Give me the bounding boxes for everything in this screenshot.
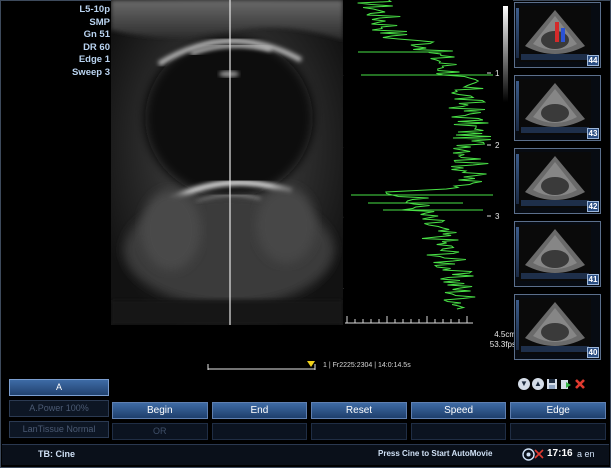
a-mode-trace[interactable]: 1234123 [343, 0, 513, 330]
scroll-up-icon[interactable]: ▲ [532, 378, 544, 390]
param-edge: Edge 1 [78, 54, 110, 66]
secondary-key-5[interactable] [510, 423, 606, 440]
secondary-key-2[interactable] [211, 423, 308, 440]
function-key-row: Begin End Reset Speed Edge [112, 402, 606, 419]
thumbnail-42[interactable]: 42 [514, 148, 601, 214]
reset-button[interactable]: Reset [311, 402, 407, 419]
depth-readout: 4.5cm [494, 330, 516, 339]
thumbnail-number: 41 [587, 274, 599, 285]
thumbnail-strip: 44 43 42 41 40 [514, 2, 608, 372]
usb-icon [534, 446, 544, 459]
thumbnail-image [519, 6, 591, 62]
begin-button[interactable]: Begin [112, 402, 208, 419]
thumbnail-number: 44 [587, 55, 599, 66]
status-bar: TB: Cine Press Cine to Start AutoMovie 1… [2, 444, 609, 465]
param-preset: SMP [89, 16, 110, 28]
secondary-key-row: OR [112, 423, 606, 440]
scroll-down-icon[interactable]: ▼ [518, 378, 530, 390]
cine-position-marker[interactable] [307, 361, 315, 367]
gray-scale-bar [503, 6, 508, 102]
trace-plot: 1234123 [343, 0, 513, 330]
b-mode-scan [111, 0, 343, 325]
end-button[interactable]: End [211, 402, 308, 419]
thumbnail-41[interactable]: 41 [514, 221, 601, 287]
export-icon[interactable] [560, 378, 572, 390]
speed-button[interactable]: Speed [410, 402, 507, 419]
thumbnail-44[interactable]: 44 [514, 2, 601, 68]
delete-icon[interactable] [574, 378, 586, 390]
right-depth-tick-label: 2 [495, 141, 500, 150]
cine-timeline[interactable] [207, 358, 317, 370]
trackball-mode-label: TB: Cine [38, 449, 75, 459]
a-mode-button[interactable]: A [9, 379, 109, 396]
frame-rate-readout: 53.3fps [489, 340, 516, 349]
thumbnail-number: 40 [587, 347, 599, 358]
param-gain: Gn 51 [83, 29, 110, 41]
lan-tissue-button[interactable]: LanTissue Normal [9, 421, 109, 438]
thumbnail-controls: ▼ ▲ [518, 376, 608, 392]
cine-hint-text: Press Cine to Start AutoMovie [378, 449, 493, 458]
mode-soft-keys: A A.Power 100% LanTissue Normal [9, 379, 109, 442]
thumbnail-image [519, 225, 591, 281]
secondary-key-4[interactable] [410, 423, 507, 440]
scale-readout: 4.5cm 53.3fps [474, 330, 516, 350]
save-icon[interactable] [546, 378, 558, 390]
cine-frame-info: 1 | Fr2225:2304 | 14:0:14.5s [323, 362, 411, 369]
language-indicator: a en [577, 449, 595, 459]
thumbnail-number: 42 [587, 201, 599, 212]
edge-button[interactable]: Edge [510, 402, 606, 419]
clock: 17:16 [547, 448, 573, 459]
imaging-parameters: L5-10p SMP Gn 51 DR 60 Edge 1 Sweep 3 [64, 4, 110, 80]
secondary-key-3[interactable] [311, 423, 407, 440]
thumbnail-image [519, 152, 591, 208]
thumbnail-number: 43 [587, 128, 599, 139]
b-mode-image[interactable] [111, 0, 343, 325]
acoustic-power-button[interactable]: A.Power 100% [9, 400, 109, 417]
thumbnail-40[interactable]: 40 [514, 294, 601, 360]
param-probe: L5-10p [79, 4, 110, 15]
right-depth-tick-label: 3 [495, 212, 500, 221]
thumbnail-image [519, 298, 591, 354]
right-depth-tick-label: 1 [495, 69, 500, 78]
param-dynamic-range: DR 60 [83, 41, 110, 53]
thumbnail-43[interactable]: 43 [514, 75, 601, 141]
or-button[interactable]: OR [112, 423, 208, 440]
param-sweep: Sweep 3 [71, 66, 110, 78]
thumbnail-image [519, 79, 591, 135]
